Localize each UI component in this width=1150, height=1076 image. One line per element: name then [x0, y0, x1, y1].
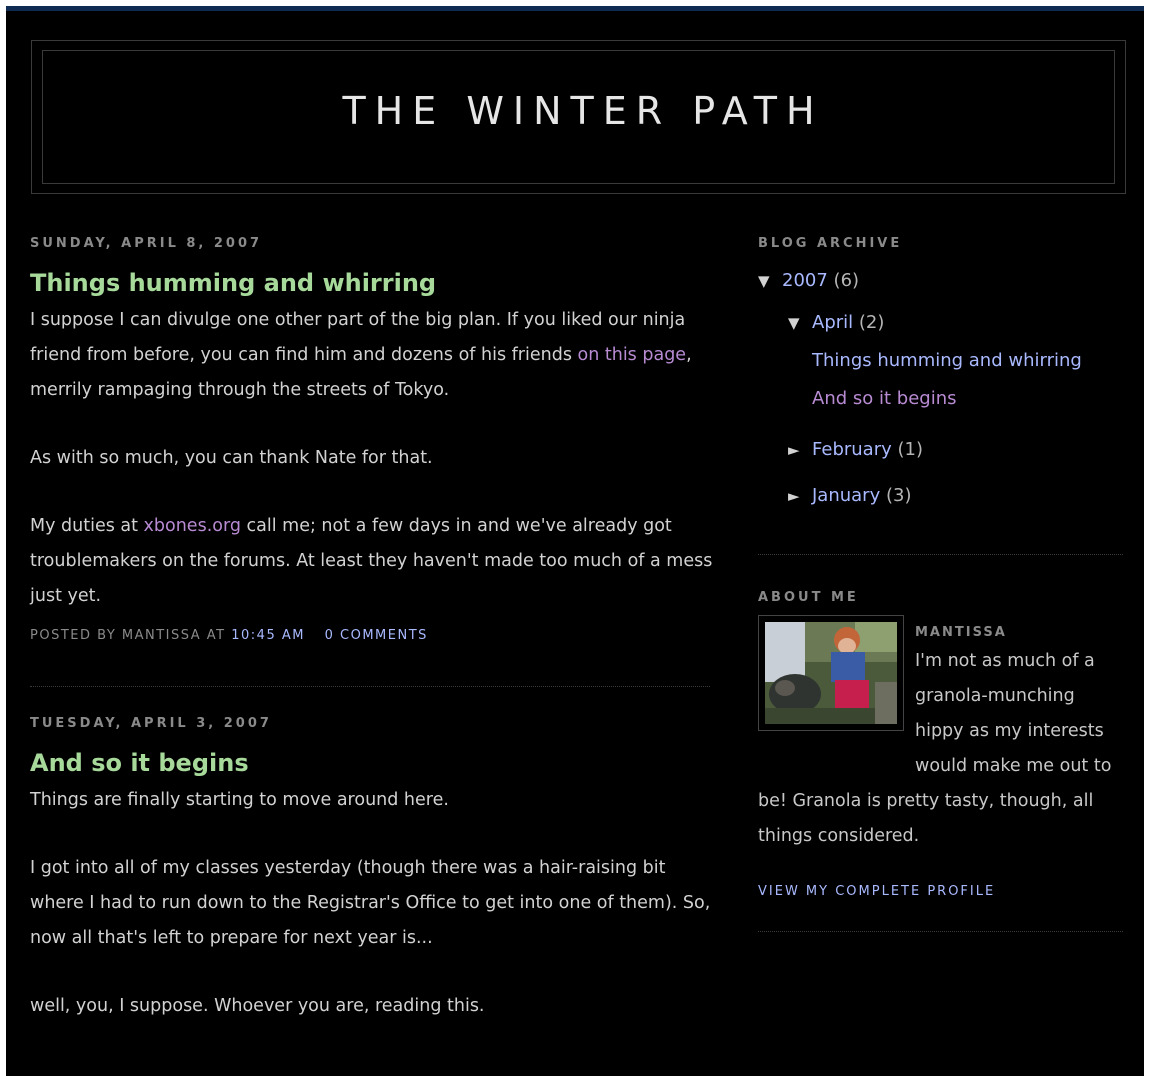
profile-name-link[interactable]: MANTISSA — [915, 625, 1007, 640]
post-time-link[interactable]: 10:45 AM — [231, 628, 305, 643]
post-body: Things are finally starting to move arou… — [30, 783, 714, 1024]
blog-header: THE WINTER PATH — [31, 40, 1126, 194]
post-paragraph: I got into all of my classes yesterday (… — [30, 858, 711, 948]
post-paragraph: My duties at xbones.org call me; not a f… — [30, 509, 714, 614]
profile-photo-spacer — [758, 644, 915, 754]
archive-count: (2) — [858, 312, 885, 333]
archive-month-january[interactable]: ► January (3) — [758, 484, 1123, 508]
post-title[interactable]: Things humming and whirring — [30, 267, 714, 299]
post-title[interactable]: And so it begins — [30, 747, 714, 779]
post-paragraph: I suppose I can divulge one other part o… — [30, 303, 714, 408]
post-date: SUNDAY, APRIL 8, 2007 — [30, 236, 263, 251]
archive-month-link[interactable]: January — [812, 485, 880, 506]
blog-title[interactable]: THE WINTER PATH — [43, 89, 1114, 133]
post: SUNDAY, APRIL 8, 2007 Things humming and… — [30, 233, 714, 646]
archive-post-item[interactable]: And so it begins — [758, 387, 1123, 411]
archive-month-february[interactable]: ► February (1) — [758, 438, 1123, 462]
posted-by: POSTED BY MANTISSA AT — [30, 628, 226, 643]
post-paragraph: As with so much, you can thank Nate for … — [30, 448, 433, 468]
expand-down-icon[interactable]: ▼ — [758, 269, 782, 293]
sidebar-divider — [758, 554, 1123, 555]
sidebar: BLOG ARCHIVE ▼ 2007 (6) ▼ April (2) Things… — [758, 233, 1123, 932]
archive-count: (3) — [885, 485, 912, 506]
profile-description: I'm not as much of a granola-munching hi… — [758, 644, 1126, 854]
post-paragraph: Things are finally starting to move arou… — [30, 790, 449, 810]
archive-month-link[interactable]: April — [812, 312, 853, 333]
profile-block: MANTISSA I'm not as much of a granola-mu… — [758, 615, 1123, 905]
blog-archive: ▼ 2007 (6) ▼ April (2) Things humming and … — [758, 269, 1123, 508]
archive-month-link[interactable]: February — [812, 439, 892, 460]
blog-header-inner-border: THE WINTER PATH — [42, 50, 1115, 184]
archive-count: (6) — [833, 270, 860, 291]
expand-right-icon[interactable]: ► — [788, 484, 812, 508]
post-body: I suppose I can divulge one other part o… — [30, 303, 714, 614]
archive-heading: BLOG ARCHIVE — [758, 236, 903, 251]
post-text: My duties at — [30, 516, 144, 536]
archive-count: (1) — [897, 439, 924, 460]
expand-right-icon[interactable]: ► — [788, 438, 812, 462]
archive-year-link[interactable]: 2007 — [782, 270, 828, 291]
xbones-link[interactable]: xbones.org — [144, 516, 241, 536]
on-this-page-link[interactable]: on this page — [578, 345, 687, 365]
comments-link[interactable]: 0 COMMENTS — [325, 628, 428, 643]
page-frame: THE WINTER PATH SUNDAY, APRIL 8, 2007 Th… — [6, 6, 1144, 1076]
profile-info: MANTISSA — [915, 621, 1125, 640]
post-date: TUESDAY, APRIL 3, 2007 — [30, 716, 272, 731]
expand-down-icon[interactable]: ▼ — [788, 311, 812, 335]
view-profile-link[interactable]: VIEW MY COMPLETE PROFILE — [758, 884, 995, 899]
post: TUESDAY, APRIL 3, 2007 And so it begins … — [30, 713, 714, 1024]
archive-post-item[interactable]: Things humming and whirring — [758, 349, 1123, 373]
post-footer: POSTED BY MANTISSA AT 10:45 AM 0 COMMENT… — [30, 626, 714, 646]
archive-post-link[interactable]: And so it begins — [812, 388, 956, 409]
archive-post-link[interactable]: Things humming and whirring — [812, 350, 1082, 371]
post-paragraph: well, you, I suppose. Whoever you are, r… — [30, 996, 485, 1016]
about-heading: ABOUT ME — [758, 590, 859, 605]
view-profile-wrap: VIEW MY COMPLETE PROFILE — [758, 880, 995, 899]
archive-month-april[interactable]: ▼ April (2) — [758, 311, 1123, 335]
archive-year-2007[interactable]: ▼ 2007 (6) — [758, 269, 1123, 293]
post-divider — [30, 686, 710, 687]
sidebar-divider — [758, 931, 1123, 932]
main-column: SUNDAY, APRIL 8, 2007 Things humming and… — [30, 233, 714, 1024]
